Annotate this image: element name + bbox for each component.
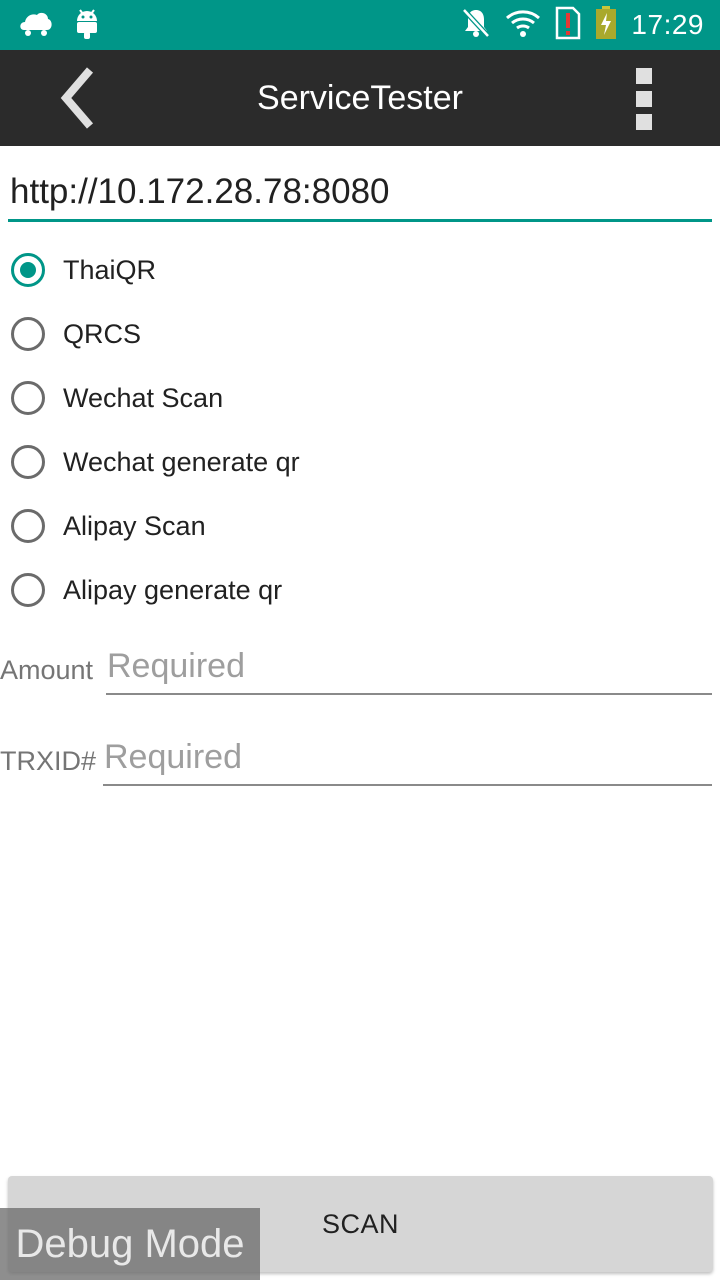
radio-button[interactable]	[11, 509, 45, 543]
overflow-menu-icon	[636, 68, 652, 84]
radio-button[interactable]	[11, 445, 45, 479]
radio-label: Alipay Scan	[63, 510, 206, 541]
app-bar: ServiceTester	[0, 50, 720, 146]
debug-mode-overlay: Debug Mode	[0, 1208, 260, 1280]
radio-thaiqr[interactable]: ThaiQR	[10, 242, 610, 298]
server-url-value: http://10.172.28.78:8080	[10, 172, 390, 211]
sim-alert-icon	[555, 6, 581, 45]
server-url-input[interactable]: http://10.172.28.78:8080	[8, 160, 712, 222]
radio-alipay-generate-qr[interactable]: Alipay generate qr	[10, 562, 610, 618]
radio-button[interactable]	[11, 573, 45, 607]
radio-label: QRCS	[63, 318, 142, 349]
radio-wechat-generate-qr[interactable]: Wechat generate qr	[10, 434, 610, 490]
status-bar: 17:29	[0, 0, 720, 50]
trxid-placeholder: Required	[104, 738, 242, 776]
battery-charging-icon	[595, 5, 617, 45]
radio-button[interactable]	[11, 381, 45, 415]
radio-button[interactable]	[11, 317, 45, 351]
scan-button-label: SCAN	[321, 1208, 399, 1239]
trxid-input[interactable]: Required	[103, 734, 712, 786]
amount-input[interactable]: Required	[106, 643, 712, 695]
trxid-label: TRXID#	[0, 746, 97, 776]
radio-qrcs[interactable]: QRCS	[10, 306, 610, 362]
android-icon	[74, 7, 100, 44]
overflow-menu-button[interactable]	[626, 68, 662, 130]
radio-label: Wechat generate qr	[63, 446, 300, 477]
radio-button-checked[interactable]	[11, 253, 45, 287]
status-time: 17:29	[631, 9, 704, 40]
amount-placeholder: Required	[107, 647, 245, 685]
radio-wechat-scan[interactable]: Wechat Scan	[10, 370, 610, 426]
radio-label: Wechat Scan	[63, 382, 224, 413]
back-button[interactable]	[50, 64, 106, 132]
wifi-icon	[505, 8, 541, 43]
chevron-left-icon	[60, 67, 94, 129]
app-title: ServiceTester	[257, 79, 463, 117]
amount-label: Amount	[0, 655, 94, 685]
radio-label: ThaiQR	[63, 254, 157, 285]
cloud-notification-icon	[18, 8, 54, 43]
radio-label: Alipay generate qr	[63, 574, 283, 605]
radio-alipay-scan[interactable]: Alipay Scan	[10, 498, 610, 554]
notifications-off-icon	[461, 7, 491, 44]
